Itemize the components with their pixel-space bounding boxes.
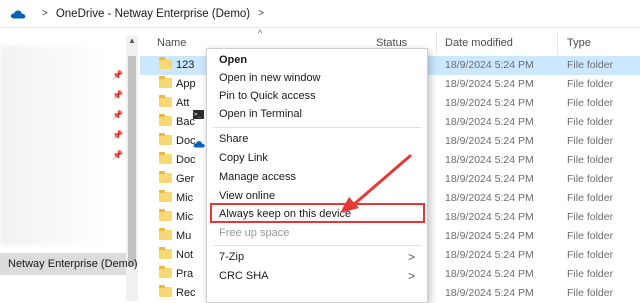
column-divider[interactable]	[436, 32, 437, 54]
terminal-icon	[193, 110, 204, 119]
folder-icon	[159, 228, 172, 240]
menu-item-copy-link[interactable]: Copy Link	[207, 149, 427, 168]
menu-item-open-new-window[interactable]: Open in new window	[207, 69, 427, 88]
row-date: 18/9/2024 5:24 PM	[445, 211, 534, 223]
menu-item-free-up-space: Free up space	[219, 227, 290, 239]
folder-icon	[159, 152, 172, 164]
nav-item-netway-enterprise[interactable]: Netway Enterprise (Demo)	[0, 253, 138, 275]
pin-icon: 📌	[112, 110, 124, 120]
row-date: 18/9/2024 5:24 PM	[445, 173, 534, 185]
folder-icon	[159, 114, 172, 126]
folder-icon	[159, 285, 172, 297]
pin-icon: 📌	[112, 90, 124, 100]
row-date: 18/9/2024 5:24 PM	[445, 192, 534, 204]
row-name: Mic	[176, 192, 194, 204]
menu-separator	[213, 245, 421, 246]
row-name: Mu	[176, 230, 192, 242]
chevron-right-icon: >	[407, 250, 415, 264]
row-date: 18/9/2024 5:24 PM	[445, 287, 534, 299]
folder-icon	[159, 247, 172, 259]
navigation-pane[interactable]: 📌 📌 📌 📌 📌 ▲ Netway Enterprise (Demo)	[0, 28, 140, 303]
folder-icon	[159, 171, 172, 183]
row-name: Mic	[176, 211, 194, 223]
row-type: File folder	[567, 249, 614, 261]
row-date: 18/9/2024 5:24 PM	[445, 59, 534, 71]
pin-icon: 📌	[112, 150, 124, 160]
menu-separator	[213, 127, 421, 128]
folder-icon	[159, 76, 172, 88]
breadcrumb-separator: >	[42, 8, 48, 19]
scroll-up-icon[interactable]: ▲	[128, 36, 136, 45]
row-type: File folder	[567, 211, 614, 223]
menu-item-open-terminal[interactable]: Open in Terminal	[193, 105, 427, 124]
row-type: File folder	[567, 230, 614, 242]
menu-item-pin-quick-access[interactable]: Pin to Quick access	[207, 87, 427, 106]
row-name: Att	[176, 97, 190, 109]
row-type: File folder	[567, 78, 614, 90]
onedrive-cloud-icon	[193, 136, 205, 148]
row-type: File folder	[567, 173, 614, 185]
column-date-modified[interactable]: Date modified	[445, 37, 513, 49]
folder-icon	[159, 133, 172, 145]
address-bar[interactable]: > OneDrive - Netway Enterprise (Demo) >	[0, 0, 640, 28]
row-date: 18/9/2024 5:24 PM	[445, 116, 534, 128]
row-date: 18/9/2024 5:24 PM	[445, 249, 534, 261]
scroll-thumb[interactable]	[128, 56, 136, 266]
row-type: File folder	[567, 116, 614, 128]
row-date: 18/9/2024 5:24 PM	[445, 78, 534, 90]
folder-icon	[159, 95, 172, 107]
row-name: Doc	[176, 154, 196, 166]
column-divider[interactable]	[557, 32, 558, 54]
menu-item-crc-sha[interactable]: CRC SHA >	[207, 267, 427, 286]
menu-item-open[interactable]: Open	[207, 51, 427, 70]
row-type: File folder	[567, 287, 614, 299]
pin-icon: 📌	[112, 70, 124, 80]
row-type: File folder	[567, 135, 614, 147]
row-name: App	[176, 78, 196, 90]
row-date: 18/9/2024 5:24 PM	[445, 135, 534, 147]
menu-item-manage-access[interactable]: Manage access	[207, 168, 427, 187]
folder-icon	[159, 57, 172, 69]
breadcrumb-item-onedrive[interactable]: OneDrive - Netway Enterprise (Demo)	[56, 8, 250, 20]
folder-icon	[159, 190, 172, 202]
sort-up-icon: ^	[258, 28, 263, 38]
onedrive-cloud-icon	[10, 9, 26, 19]
row-type: File folder	[567, 154, 614, 166]
breadcrumb-chevron[interactable]: >	[258, 8, 264, 19]
row-date: 18/9/2024 5:24 PM	[445, 97, 534, 109]
column-type[interactable]: Type	[567, 37, 591, 49]
menu-item-share[interactable]: Share	[193, 130, 427, 149]
menu-item-7zip[interactable]: 7-Zip >	[207, 248, 427, 267]
row-name: Rec	[176, 287, 196, 299]
highlight-box	[210, 203, 425, 223]
folder-icon	[159, 266, 172, 278]
row-name: Not	[176, 249, 194, 261]
row-type: File folder	[567, 59, 614, 71]
context-menu: Open Open in new window Pin to Quick acc…	[193, 48, 428, 303]
blurred-quick-access	[0, 46, 110, 246]
column-name[interactable]: Name	[157, 37, 186, 49]
row-type: File folder	[567, 97, 614, 109]
folder-icon	[159, 209, 172, 221]
row-name: 123	[176, 59, 195, 71]
row-date: 18/9/2024 5:24 PM	[445, 230, 534, 242]
row-name: Ger	[176, 173, 195, 185]
row-type: File folder	[567, 268, 614, 280]
pin-icon: 📌	[112, 130, 124, 140]
row-date: 18/9/2024 5:24 PM	[445, 268, 534, 280]
chevron-right-icon: >	[407, 269, 415, 283]
row-name: Pra	[176, 268, 194, 280]
row-date: 18/9/2024 5:24 PM	[445, 154, 534, 166]
row-type: File folder	[567, 192, 614, 204]
